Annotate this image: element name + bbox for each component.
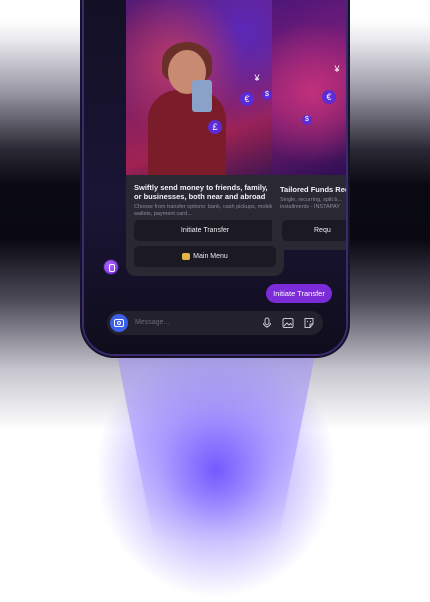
person-illustration bbox=[148, 42, 226, 175]
sticker-icon[interactable] bbox=[303, 317, 315, 329]
main-menu-button[interactable]: Main Menu bbox=[134, 246, 276, 267]
image-icon[interactable] bbox=[282, 317, 294, 329]
handheld-phone bbox=[192, 80, 212, 112]
menu-emoji-icon bbox=[182, 252, 191, 260]
euro-icon: € bbox=[240, 92, 254, 106]
phone-frame: £ € ¥ $ Swiftly send money to friends, f… bbox=[84, 0, 346, 354]
microphone-icon[interactable] bbox=[261, 317, 273, 329]
user-message-bubble: Initiate Transfer bbox=[266, 284, 332, 303]
yen-icon: ¥ bbox=[254, 73, 260, 83]
message-input[interactable]: Message... bbox=[135, 311, 169, 335]
card-text-side: Tailored Funds Req Single, recurring, sp… bbox=[280, 185, 346, 211]
card-title-side: Tailored Funds Req bbox=[280, 185, 346, 194]
carousel-card-transfer: £ € ¥ $ Swiftly send money to friends, f… bbox=[126, 0, 284, 276]
yen-icon: ¥ bbox=[334, 64, 340, 74]
camera-icon[interactable] bbox=[110, 314, 128, 332]
request-button[interactable]: Requ bbox=[282, 220, 346, 241]
card-text: Swiftly send money to friends, family, o… bbox=[134, 183, 276, 218]
card-image: £ € ¥ $ bbox=[126, 0, 284, 175]
bot-avatar bbox=[104, 260, 118, 274]
card-description-side: Single, recurring, split b... installmen… bbox=[280, 197, 343, 210]
card-description: Choose from transfer options: bank, cash… bbox=[134, 204, 275, 217]
dollar-icon: $ bbox=[302, 115, 312, 125]
pound-icon: £ bbox=[208, 120, 222, 134]
initiate-transfer-button[interactable]: Initiate Transfer bbox=[134, 220, 276, 241]
card-title: Swiftly send money to friends, family, o… bbox=[134, 183, 268, 201]
message-composer: Message... bbox=[107, 311, 323, 335]
main-menu-label: Main Menu bbox=[193, 253, 228, 260]
dollar-icon: $ bbox=[262, 90, 272, 100]
carousel-card-funds-request[interactable]: € $ ¥ Tailored Funds Req Single, recurri… bbox=[272, 0, 346, 250]
euro-icon: € bbox=[322, 90, 336, 104]
card-image-side: € $ ¥ bbox=[272, 0, 346, 175]
